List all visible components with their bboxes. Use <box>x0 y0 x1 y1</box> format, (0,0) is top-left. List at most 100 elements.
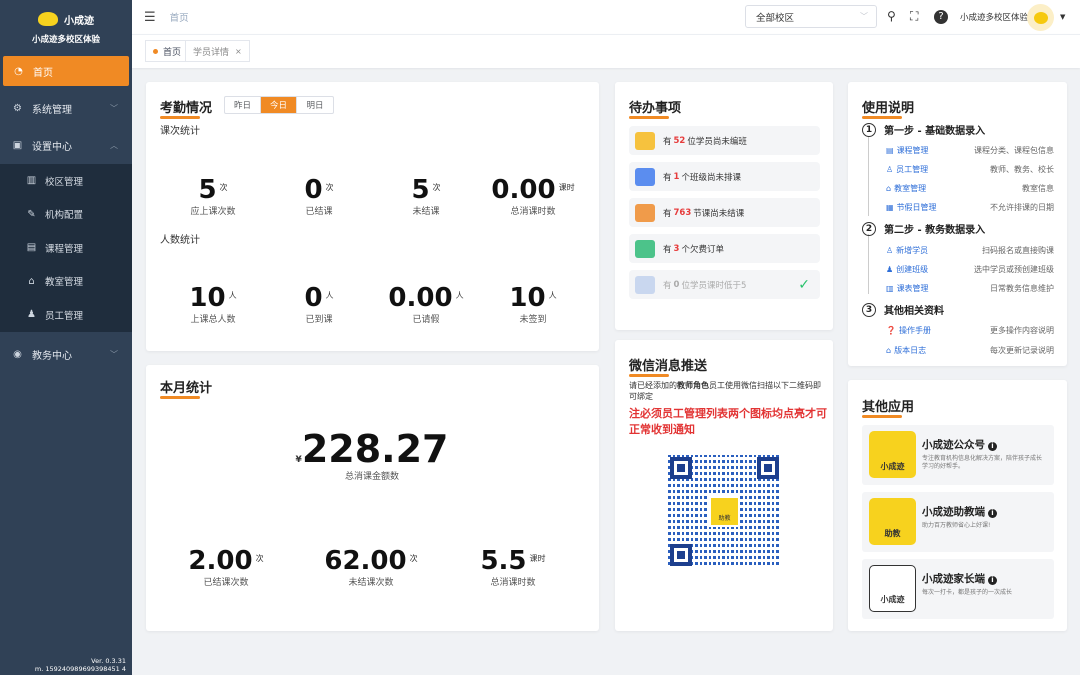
stat-unfinished-classes: 5 次未结课 <box>371 176 481 217</box>
sidebar-item-settings[interactable]: ▣ 设置中心 ︿ <box>0 127 132 164</box>
step-3: 3 其他相关资料 <box>862 302 944 317</box>
sidebar-item-classroom[interactable]: ⌂ 教室管理 <box>0 265 132 299</box>
sidebar: 小成迹 小成迹多校区体验 ◔ 首页 ⚙ 系统管理 ﹀ ▣ 设置中心 ︿ ▥ 校区管理 ✎ 机构… <box>0 0 132 675</box>
stat-unit: 人 <box>325 291 334 300</box>
hamburger-icon[interactable]: ☰ <box>144 10 156 25</box>
stat-unit: 课时 <box>558 183 575 192</box>
sidebar-item-campus[interactable]: ▥ 校区管理 <box>0 164 132 198</box>
sidebar-item-course[interactable]: ▤ 课程管理 <box>0 231 132 265</box>
app-teacher[interactable]: 助教 小成迹助教端 i 助力百万教师省心上好课! <box>862 492 1054 552</box>
info-icon[interactable]: i <box>988 509 997 518</box>
todo-item[interactable]: 有 3 个欠费订单 <box>629 234 820 263</box>
tag-student-detail[interactable]: 学员详情 × <box>185 40 250 62</box>
row-desc: 选中学员或预创建班级 <box>974 264 1054 274</box>
stat-label: 未签到 <box>519 315 547 325</box>
amount-label: 总消课金额数 <box>344 472 399 482</box>
link-staff[interactable]: ♙ 员工管理 <box>886 164 928 175</box>
todo-text: 位学员课时低于5 <box>681 280 747 291</box>
stat-unit: 次 <box>219 183 228 192</box>
guide-row: ♙ 新增学员 扫码报名或直接购课 <box>886 243 1054 257</box>
tag-home[interactable]: 首页 <box>145 40 190 62</box>
stat-label: 已请假 <box>412 315 440 325</box>
close-icon[interactable]: × <box>235 47 242 56</box>
chevron-down-icon: ﹀ <box>110 349 118 359</box>
tab-today[interactable]: 今日 <box>261 97 297 113</box>
link-create-class[interactable]: ♟ 创建班级 <box>886 264 928 275</box>
stat-total-students: 10 人上课总人数 <box>158 284 268 325</box>
row-desc: 课程分类、课程包信息 <box>974 145 1054 155</box>
sidebar-item-org-config[interactable]: ✎ 机构配置 <box>0 198 132 232</box>
todo-item[interactable]: 有 52 位学员尚未编班 <box>629 126 820 155</box>
link-add-student[interactable]: ♙ 新增学员 <box>886 245 928 256</box>
day-switch: 昨日 今日 明日 <box>224 96 334 114</box>
stat-unit: 次 <box>432 183 441 192</box>
help-icon[interactable]: ? <box>934 10 948 24</box>
stat-value: 62.00 <box>324 546 407 576</box>
todo-count: 0 <box>673 279 680 290</box>
stat-value: 10 <box>509 283 546 313</box>
info-icon[interactable]: i <box>988 442 997 451</box>
card-title: 使用说明 <box>862 97 914 119</box>
breadcrumb[interactable]: 首页 <box>170 10 189 24</box>
link-text: 员工管理 <box>896 164 929 174</box>
amount-value: 228.27 <box>301 427 449 471</box>
stat-value: 2.00 <box>188 546 253 576</box>
tab-tomorrow[interactable]: 明日 <box>297 97 333 113</box>
todo-item[interactable]: 有 1 个班级尚未排课 <box>629 162 820 191</box>
caret-down-icon[interactable]: ▼ <box>1060 13 1065 21</box>
todo-count: 1 <box>673 171 680 182</box>
link-classroom[interactable]: ⌂ 教室管理 <box>886 183 926 194</box>
link-course[interactable]: ▤ 课程管理 <box>886 145 929 156</box>
todo-item[interactable]: 有 763 节课尚未结课 <box>629 198 820 227</box>
tab-yesterday[interactable]: 昨日 <box>225 97 261 113</box>
qr-finder <box>757 457 779 479</box>
link-manual[interactable]: ❓ 操作手册 <box>886 325 931 336</box>
app-logo: 小成迹 <box>869 565 916 612</box>
app-parent[interactable]: 小成迹 小成迹家长端 i 每次一打卡，都是孩子的一次成长 <box>862 559 1054 619</box>
todo-text: 位学员尚未编班 <box>687 136 747 147</box>
info-icon[interactable]: i <box>988 576 997 585</box>
user-name[interactable]: 小成迹多校区体验 <box>960 11 1028 23</box>
search-icon[interactable]: ⚲ <box>887 9 896 23</box>
stat-unit: 次 <box>255 554 264 563</box>
guide-row: ⌂ 版本日志 每次更新记录说明 <box>886 343 1054 357</box>
stat-arrived: 0 人已到课 <box>264 284 374 325</box>
todo-item[interactable]: 有 0 位学员课时低于5 ✓ <box>629 270 820 299</box>
app-logo: 助教 <box>869 498 916 545</box>
row-desc: 教室信息 <box>1022 183 1054 193</box>
apps-card: 其他应用 小成迹 小成迹公众号 i 专注教育机构信息化解决方案，陪伴孩子成长学习的好帮… <box>848 380 1067 631</box>
link-text: 版本日志 <box>894 345 927 355</box>
step-line <box>868 234 869 294</box>
stat-value: 0.00 <box>388 283 453 313</box>
todo-card: 待办事项 有 52 位学员尚未编班 有 1 个班级尚未排课 有 763 节课尚未结课 有3个… <box>615 82 833 330</box>
step-number: 2 <box>862 221 876 236</box>
link-schedule[interactable]: ▥ 课表管理 <box>886 283 929 294</box>
avatar[interactable] <box>1027 4 1054 31</box>
schedule-icon: ▥ <box>886 283 894 293</box>
question-icon: ❓ <box>886 325 896 335</box>
sidebar-item-edu[interactable]: ◉ 教务中心 ﹀ <box>0 336 132 373</box>
link-holiday[interactable]: ▦ 节假日管理 <box>886 202 937 213</box>
sidebar-item-system[interactable]: ⚙ 系统管理 ﹀ <box>0 90 132 127</box>
sidebar-item-staff[interactable]: ♟ 员工管理 <box>0 298 132 332</box>
link-text: 操作手册 <box>898 325 931 335</box>
step-line <box>868 136 869 216</box>
campus-icon: ▥ <box>26 175 37 187</box>
fullscreen-icon[interactable]: ⛶ <box>910 9 918 24</box>
stat-label: 已到课 <box>305 315 333 325</box>
sidebar-item-home[interactable]: ◔ 首页 <box>3 56 129 86</box>
campus-select[interactable]: 全部校区 ﹀ <box>745 5 877 28</box>
brand-logo[interactable]: 小成迹 小成迹多校区体验 <box>0 0 132 56</box>
app-official-account[interactable]: 小成迹 小成迹公众号 i 专注教育机构信息化解决方案，陪伴孩子成长学习的好帮手。 <box>862 425 1054 485</box>
step-2: 2 第二步 - 教务数据录入 <box>862 221 985 236</box>
tag-label: 学员详情 <box>193 47 230 58</box>
sidebar-item-label: 课程管理 <box>45 243 84 255</box>
pencil-icon <box>635 203 655 222</box>
stat-label: 应上课次数 <box>190 207 236 217</box>
total-amount: ¥228.27 总消课金额数 <box>222 427 522 482</box>
student-icon <box>635 131 655 150</box>
attendance-card: 考勤情况 昨日 今日 明日 课次统计 5 次应上课次数 0 次已结课 5 次未结课 0… <box>146 82 599 351</box>
stat-value: 10 <box>189 283 226 313</box>
step-title: 第一步 - 基础数据录入 <box>884 126 986 137</box>
link-changelog[interactable]: ⌂ 版本日志 <box>886 345 926 356</box>
